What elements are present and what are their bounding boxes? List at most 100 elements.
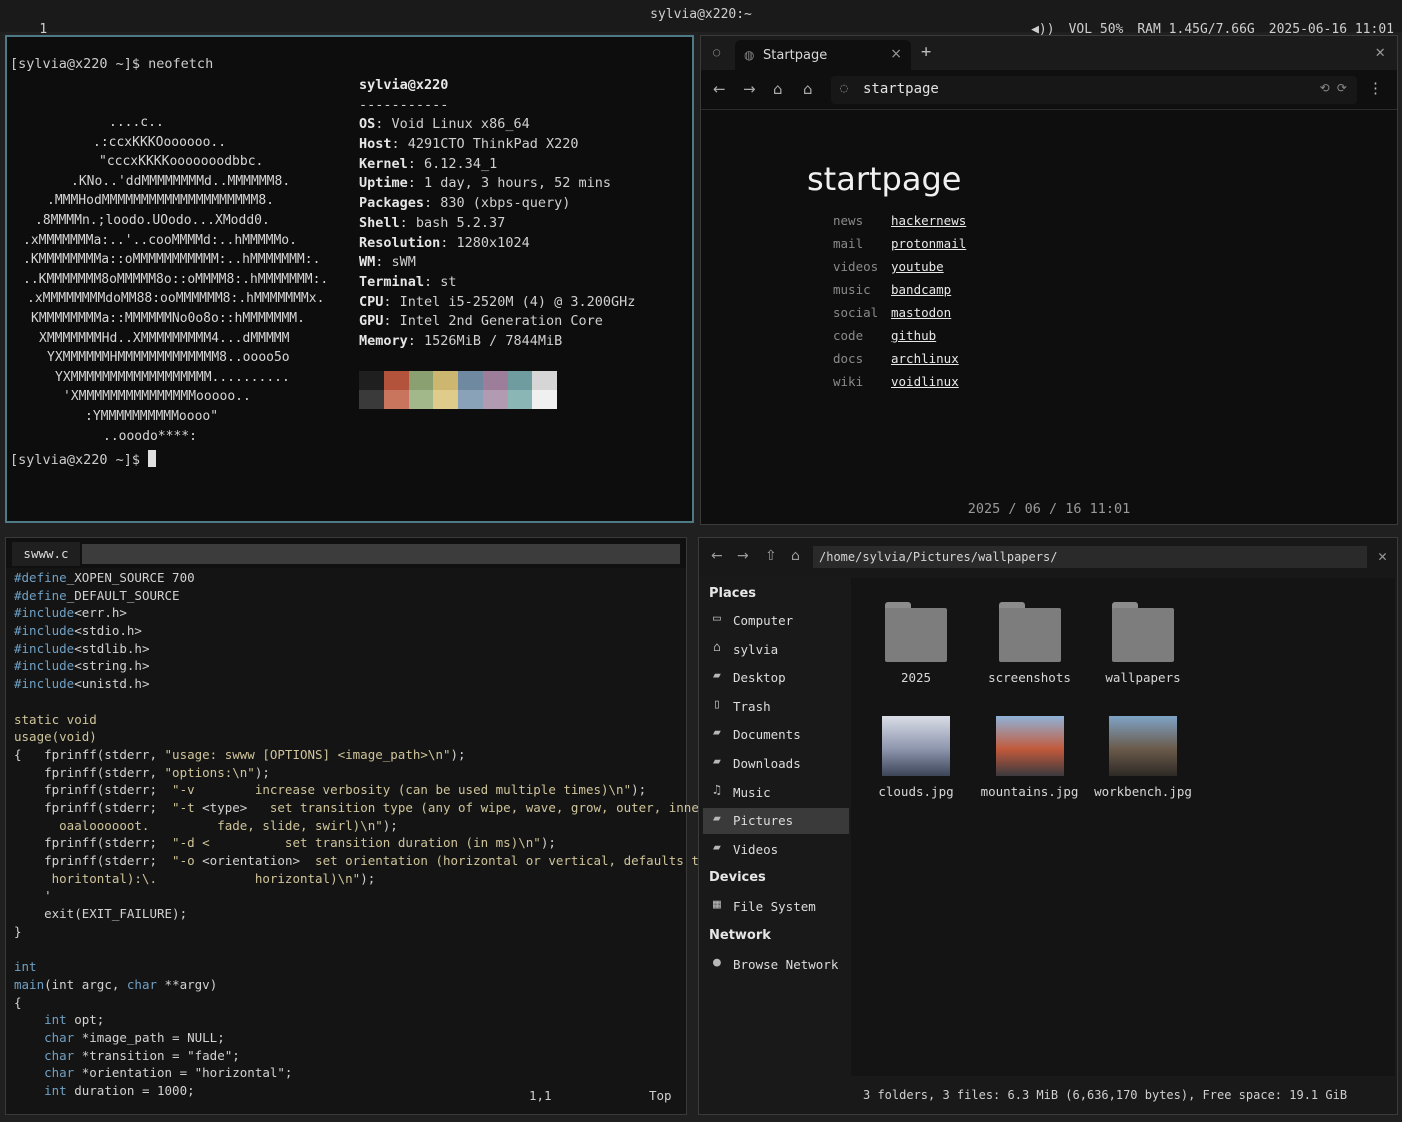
code-token: usage(void) [14, 729, 97, 745]
forward-arrow-icon[interactable]: → [743, 80, 756, 98]
link-mastodon[interactable]: mastodon [891, 305, 951, 320]
code-token: ); [631, 782, 647, 798]
info-key: CPU [359, 293, 384, 310]
address-bar[interactable]: ◌ startpage ⟲ ⟳ [831, 76, 1357, 104]
music-icon: ♫ [713, 782, 721, 798]
sidebar-item-trash[interactable]: ▯ Trash [703, 694, 849, 720]
tab-close-icon[interactable]: × [890, 46, 902, 62]
image-thumbnail [1109, 716, 1177, 776]
home-icon: ⌂ [713, 639, 721, 655]
code-line: { [14, 995, 729, 1013]
info-value: sWM [391, 254, 416, 271]
window-dot-icon: ○ [713, 45, 721, 59]
code-token: ); [254, 764, 270, 780]
terminal-prompt[interactable]: [sylvia@x220 ~]$ [10, 450, 157, 468]
tab-startpage[interactable]: ◍ Startpage × [735, 40, 911, 70]
link-protonmail[interactable]: protonmail [891, 236, 966, 251]
info-row: Packages: 830 (xbps-query) [359, 195, 635, 215]
info-colon: : [424, 195, 441, 212]
sidebar-item-downloads[interactable]: ▰ Downloads [703, 751, 849, 777]
image-file-item[interactable]: mountains.jpg [975, 716, 1085, 799]
up-arrow-icon[interactable]: ⇧ [765, 548, 777, 564]
menu-icon[interactable]: ⋮ [1368, 79, 1383, 97]
sidebar-item-music[interactable]: ♫ Music [703, 780, 849, 806]
browser-toolbar: ← → ⌂ ⌂ ◌ startpage ⟲ ⟳ ⋮ [701, 70, 1397, 110]
code-token: #include [14, 623, 75, 639]
link-archlinux[interactable]: archlinux [891, 351, 959, 366]
code-token: (int argc, [44, 976, 127, 992]
text-editor-window[interactable]: swww.c #define_XOPEN_SOURCE 700 #define_D… [5, 537, 729, 1115]
image-file-item[interactable]: workbench.jpg [1088, 716, 1198, 799]
code-token: { fprinff(stderr, [14, 746, 165, 762]
code-token: int [44, 1082, 67, 1098]
link-bandcamp[interactable]: bandcamp [891, 282, 951, 297]
network-icon: ● [713, 955, 721, 970]
code-token: main [14, 976, 45, 992]
browser-window: ○ ◍ Startpage × + ✕ ← → ⌂ ⌂ ◌ startpage … [700, 35, 1398, 525]
palette-swatch [482, 371, 508, 390]
code-token: ' [14, 888, 52, 904]
home-icon[interactable]: ⌂ [803, 80, 813, 98]
reload-icon[interactable]: ⌂ [773, 80, 783, 98]
image-thumbnail [995, 716, 1064, 776]
link-github[interactable]: github [891, 328, 936, 343]
code-line: char *image_path = NULL; [14, 1030, 729, 1048]
code-view[interactable]: #define_XOPEN_SOURCE 700 #define_DEFAULT_… [14, 570, 729, 1101]
image-thumbnail [882, 716, 950, 776]
location-bar[interactable]: /home/sylvia/Pictures/wallpapers/ [813, 546, 1367, 568]
info-key: Shell [359, 214, 400, 231]
terminal-window[interactable]: [sylvia@x220 ~]$ neofetch ....c.. .:ccxKK… [5, 35, 694, 523]
sidebar-heading: Places [709, 586, 757, 601]
code-line: } [14, 924, 729, 942]
sidebar-item-videos[interactable]: ▰ Videos [703, 837, 849, 863]
code-token: char [44, 1065, 75, 1081]
file-name: workbench.jpg [1094, 784, 1192, 799]
sidebar-item-file-system[interactable]: ▦ File System [703, 894, 849, 920]
info-colon: : [375, 254, 392, 271]
code-line: fprinff(stderr, "options:\n"); [14, 765, 729, 783]
folder-item[interactable]: wallpapers [1088, 602, 1198, 685]
folder-icon [998, 602, 1061, 662]
info-value: 4291CTO ThinkPad X220 [407, 136, 579, 153]
image-file-item[interactable]: clouds.jpg [861, 716, 971, 799]
link-hackernews[interactable]: hackernews [891, 213, 966, 228]
folder-item[interactable]: screenshots [975, 602, 1085, 685]
code-line: char *orientation = "horizontal"; [14, 1065, 729, 1083]
code-token: } [14, 923, 22, 939]
code-token: oaaloooooot. fade, slide, swirl)\n" [14, 817, 383, 833]
file-grid: 2025 screenshots wallpapers clouds.jpg mount… [851, 578, 1395, 1076]
folder-icon [1112, 602, 1174, 662]
back-arrow-icon[interactable]: ← [713, 80, 726, 98]
sidebar-item-documents[interactable]: ▰ Documents [703, 722, 849, 748]
sidebar-item-browse-network[interactable]: ● Browse Network [703, 952, 849, 978]
info-colon: : [383, 313, 400, 330]
close-icon[interactable]: ✕ [1378, 547, 1387, 565]
sidebar-item-computer[interactable]: ▭ Computer [703, 608, 849, 634]
info-colon: : [424, 273, 441, 290]
forward-arrow-icon[interactable]: → [737, 548, 749, 564]
code-token: "-d < set transition duration (in ms)\n" [172, 835, 541, 851]
back-arrow-icon[interactable]: ← [711, 548, 723, 564]
link-youtube[interactable]: youtube [891, 259, 944, 274]
info-key: Memory [359, 332, 408, 349]
color-palette [359, 371, 557, 409]
new-tab-button[interactable]: + [921, 42, 931, 62]
startpage-clock: 2025 / 06 / 16 11:01 [967, 501, 1131, 517]
home-icon[interactable]: ⌂ [791, 548, 800, 564]
sidebar-item-sylvia[interactable]: ⌂ sylvia [703, 637, 849, 663]
code-line: #define_XOPEN_SOURCE 700 [14, 570, 729, 588]
link-voidlinux[interactable]: voidlinux [891, 374, 959, 389]
code-token: <type> [202, 799, 248, 815]
sidebar-item-desktop[interactable]: ▰ Desktop [703, 665, 849, 691]
cursor-position: 1,1 [529, 1088, 552, 1103]
startpage-heading: startpage [807, 160, 962, 198]
folder-item[interactable]: 2025 [861, 602, 971, 685]
extension-icon[interactable]: ⟲ ⟳ [1320, 81, 1347, 95]
site-info-icon[interactable]: ◌ [840, 81, 848, 96]
editor-tab-swww-c[interactable]: swww.c [12, 542, 80, 566]
sidebar-item-pictures[interactable]: ▰ Pictures [703, 808, 849, 835]
info-value: 1526MiB / 7844MiB [424, 332, 563, 349]
folder-icon: ▰ [713, 668, 721, 684]
window-close-icon[interactable]: ✕ [1375, 42, 1385, 61]
